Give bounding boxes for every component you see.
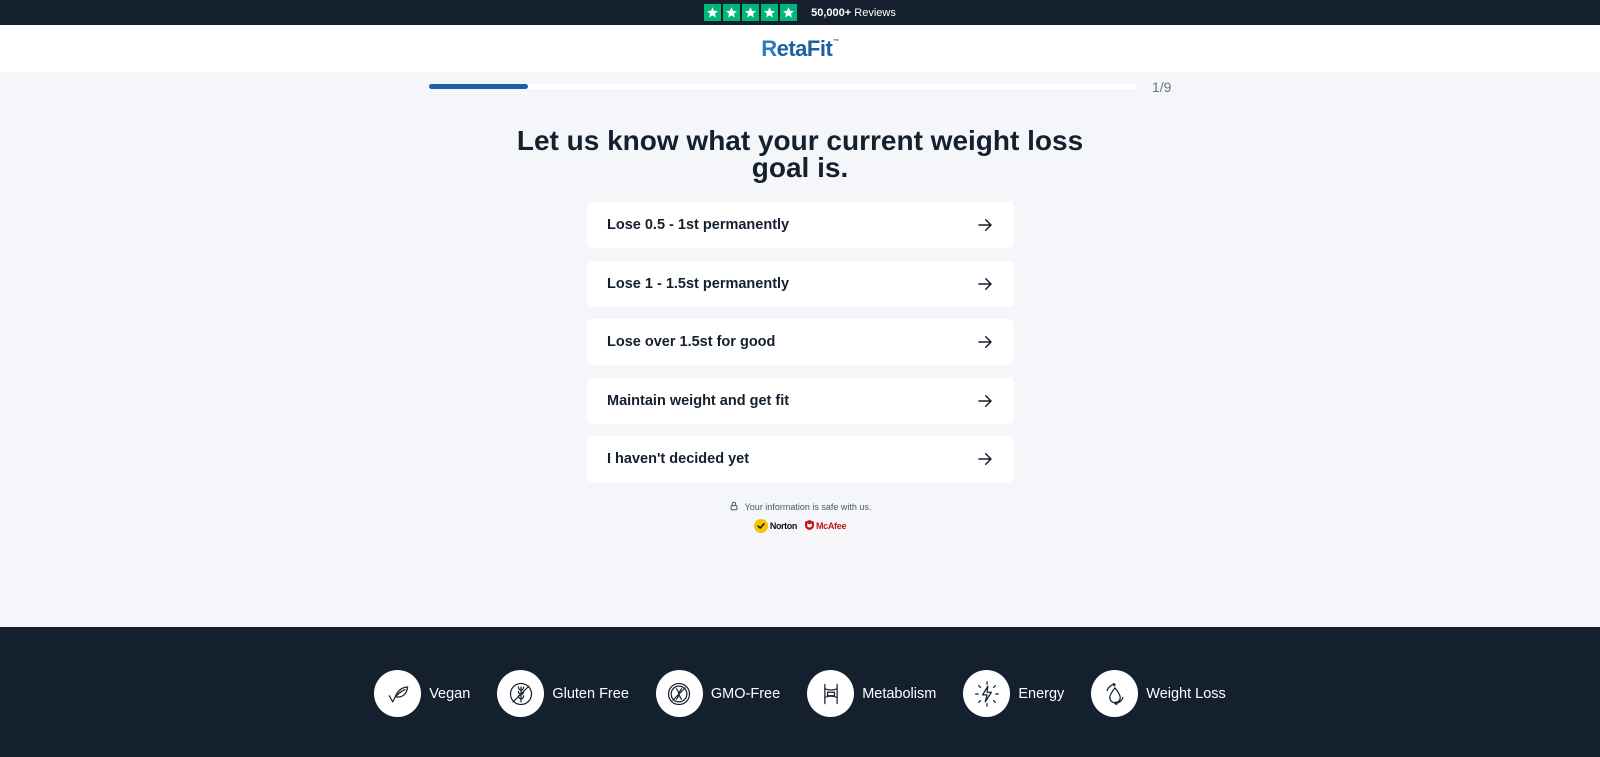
option-label: Lose 1 - 1.5st permanently — [607, 275, 790, 292]
feature-label: Vegan — [429, 685, 471, 702]
retafit-logo[interactable]: RetaFit ™ — [761, 36, 839, 62]
option-lose-0-5-1st[interactable]: Lose 0.5 - 1st permanently — [587, 202, 1014, 248]
security-badges: Norton McAfee — [0, 519, 1600, 533]
option-label: I haven't decided yet — [607, 451, 750, 467]
step-counter: 1/9 — [1152, 79, 1172, 95]
arrow-right-icon — [976, 333, 994, 351]
mcafee-text: McAfee — [815, 521, 847, 531]
trustpilot-stars — [704, 4, 798, 21]
option-label: Lose 0.5 - 1st permanently — [607, 217, 790, 233]
mcafee-shield-icon — [804, 520, 814, 532]
star-icon — [723, 4, 741, 21]
feature-label: Energy — [1018, 685, 1065, 702]
metabolism-icon — [807, 670, 855, 717]
feature-gmo-free: GMO-Free — [655, 670, 781, 717]
feature-metabolism: Metabolism — [807, 670, 936, 717]
star-icon — [780, 4, 798, 21]
logo-trademark: ™ — [833, 38, 839, 45]
review-bar: 50,000+ Reviews — [0, 0, 1600, 25]
norton-badge: Norton — [753, 519, 797, 533]
reviews-count: 50,000+ Reviews — [811, 7, 896, 19]
feature-label: Weight Loss — [1146, 685, 1226, 702]
feature-label: GMO-Free — [710, 685, 781, 702]
feature-gluten-free: Gluten Free — [497, 670, 629, 717]
norton-text: Norton — [769, 521, 797, 531]
features-list: Vegan Gluten Free GMO-Free Metabolism En… — [0, 670, 1600, 717]
option-maintain-weight[interactable]: Maintain weight and get fit — [587, 377, 1014, 424]
security-note: Your information is safe with us. — [0, 501, 1600, 513]
logo-text: etaFit — [776, 35, 833, 61]
site-header: RetaFit ™ — [0, 25, 1600, 72]
arrow-right-icon — [976, 392, 994, 410]
progress-bar — [429, 84, 1137, 89]
mcafee-badge: McAfee — [804, 520, 847, 532]
answer-options: Lose 0.5 - 1st permanently Lose 1 - 1.5s… — [587, 202, 1014, 495]
feature-label: Metabolism — [862, 685, 937, 702]
logo-mark: R — [761, 35, 777, 61]
star-icon — [761, 4, 779, 21]
leaf-icon — [374, 670, 422, 717]
lock-icon — [729, 501, 739, 513]
feature-label: Gluten Free — [552, 685, 629, 702]
energy-icon — [963, 670, 1011, 717]
arrow-right-icon — [976, 216, 994, 234]
arrow-right-icon — [976, 275, 994, 293]
gluten-free-icon — [497, 670, 545, 717]
option-lose-over-1-5st[interactable]: Lose over 1.5st for good — [587, 319, 1014, 365]
benefits-footer: Vegan Gluten Free GMO-Free Metabolism En… — [0, 627, 1600, 757]
feature-weight-loss: Weight Loss — [1091, 670, 1226, 717]
weight-loss-icon — [1091, 670, 1139, 717]
option-label: Maintain weight and get fit — [607, 392, 790, 409]
feature-vegan: Vegan — [374, 670, 470, 717]
question-title: Let us know what your current weight los… — [516, 125, 1084, 183]
option-not-decided[interactable]: I haven't decided yet — [587, 436, 1014, 482]
security-text: Your information is safe with us. — [744, 502, 872, 512]
reviews-label: Reviews — [854, 6, 896, 19]
star-icon — [742, 4, 760, 21]
progress-fill — [429, 84, 529, 89]
option-lose-1-1-5st[interactable]: Lose 1 - 1.5st permanently — [587, 260, 1014, 307]
reviews-number: 50,000+ — [811, 6, 852, 19]
norton-check-icon — [753, 519, 768, 533]
feature-energy: Energy — [963, 670, 1064, 717]
star-icon — [704, 4, 722, 21]
option-label: Lose over 1.5st for good — [607, 334, 776, 350]
gmo-free-icon — [655, 670, 703, 717]
arrow-right-icon — [976, 450, 994, 468]
